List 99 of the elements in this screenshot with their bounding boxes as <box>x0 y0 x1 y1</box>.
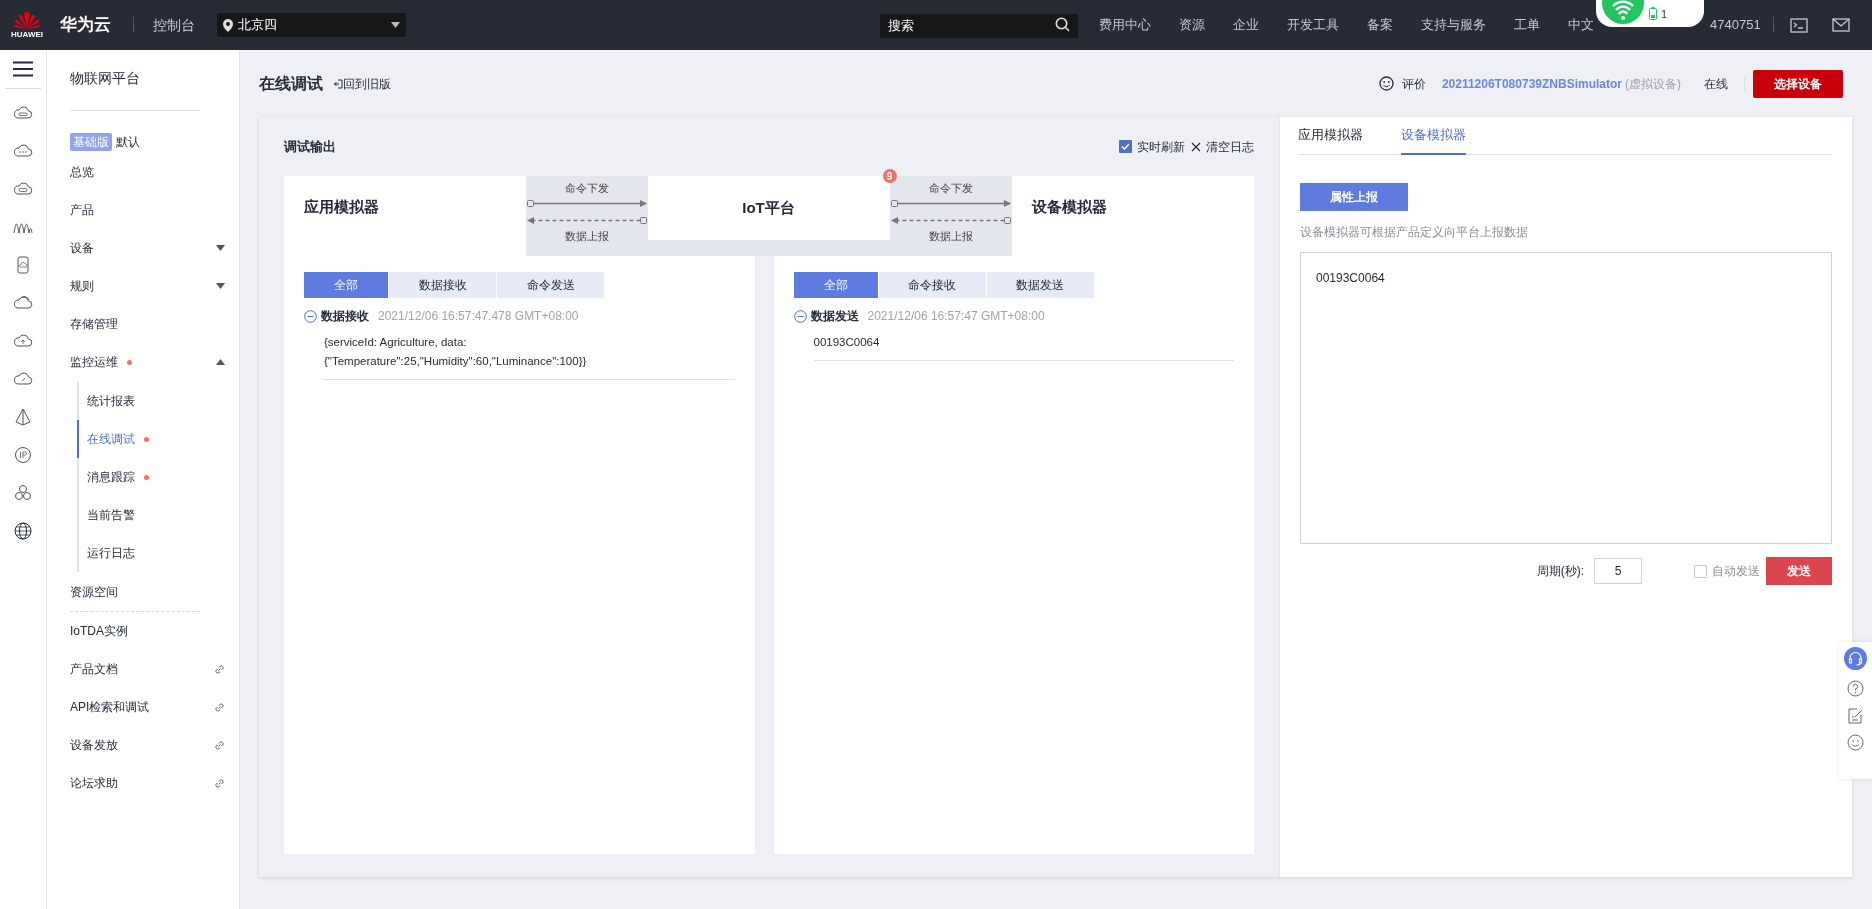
back-icon <box>334 78 343 89</box>
filter-tab[interactable]: 命令接收 <box>878 272 986 298</box>
select-device-button[interactable]: 选择设备 <box>1753 69 1843 98</box>
hint-text: 设备模拟器可根据产品定义向平台上报数据 <box>1300 225 1529 240</box>
feedback-icon[interactable] <box>1847 734 1864 751</box>
globe-icon[interactable] <box>13 521 33 541</box>
sidebar-item[interactable]: 产品 <box>70 191 225 229</box>
link-icon <box>214 739 225 751</box>
entry-time: 2021/12/06 16:57:47.478 GMT+08:00 <box>378 308 579 325</box>
simulator-tab[interactable]: 设备模拟器 <box>1401 117 1466 155</box>
location-pin-icon <box>223 18 233 32</box>
console-link[interactable]: 控制台 <box>153 14 195 36</box>
device-simulator-label: 设备模拟器 <box>1011 176 1254 256</box>
filter-tab[interactable]: 全部 <box>304 272 388 298</box>
nav-link[interactable]: 备案 <box>1367 15 1393 35</box>
sidebar-subitem[interactable]: 当前告警 <box>77 496 225 534</box>
sidebar-item[interactable]: 总览 <box>70 153 225 191</box>
collapse-icon[interactable] <box>793 309 807 323</box>
payload-field[interactable]: 00193C0064 <box>1300 252 1832 545</box>
device-tag: (虚拟设备) <box>1625 74 1681 93</box>
smile-icon[interactable] <box>1378 76 1394 91</box>
nav-link[interactable]: 开发工具 <box>1287 15 1339 35</box>
simulator-tab[interactable]: 应用模拟器 <box>1298 117 1363 155</box>
brand-name[interactable]: 华为云 <box>60 12 111 38</box>
search-field[interactable]: 搜索 <box>880 13 1078 38</box>
sidebar-item[interactable]: 设备发放 <box>70 726 225 764</box>
search-icon[interactable] <box>1055 17 1070 32</box>
terminal-icon[interactable] <box>1789 17 1808 33</box>
region-select[interactable]: 北京四 <box>217 13 406 37</box>
sidebar-subitem[interactable]: 运行日志 <box>77 534 225 572</box>
entry-type: 数据发送 <box>810 308 859 325</box>
entry-body: 00193C0064 <box>813 335 881 350</box>
pyramid-icon[interactable] <box>13 407 33 427</box>
sidebar-item[interactable]: 设备 <box>70 229 225 267</box>
clear-log-link[interactable]: 清空日志 <box>1206 137 1254 156</box>
nav-link[interactable]: 资源 <box>1179 15 1205 35</box>
nav-link[interactable]: 工单 <box>1514 15 1540 35</box>
cluster-icon[interactable] <box>13 483 33 503</box>
rating-link[interactable]: 评价 <box>1401 74 1426 93</box>
caret-down-icon <box>391 22 400 28</box>
app-simulator-label: 应用模拟器 <box>284 176 526 256</box>
send-button[interactable]: 发送 <box>1766 557 1832 586</box>
device-status: 在线 <box>1704 75 1728 93</box>
sidebar-item[interactable]: 监控运维 <box>70 343 225 381</box>
sidebar-subitem[interactable]: 在线调试 <box>77 420 225 458</box>
battery-icon <box>1649 7 1657 20</box>
menu-icon[interactable] <box>13 61 33 77</box>
sidebar-item[interactable]: 产品文档 <box>70 650 225 688</box>
checkbox[interactable] <box>1694 564 1707 578</box>
command-label: 命令下发 <box>564 181 609 196</box>
checkbox-label[interactable]: 自动发送 <box>1712 562 1760 581</box>
nav-link[interactable]: 中文 <box>1568 15 1594 35</box>
mail-icon[interactable] <box>1831 18 1850 32</box>
checkbox-label[interactable]: 实时刷新 <box>1137 137 1185 156</box>
logo[interactable]: HUAWEI <box>10 11 44 39</box>
sidebar-item[interactable]: API检索和调试 <box>70 688 225 726</box>
filter-tab[interactable]: 全部 <box>793 272 878 298</box>
edit-icon[interactable] <box>1847 707 1864 724</box>
link-icon <box>214 663 225 675</box>
sidebar-item[interactable]: 存储管理 <box>70 305 225 343</box>
checkbox[interactable] <box>1119 140 1132 153</box>
back-link[interactable]: 回到旧版 <box>334 74 391 93</box>
headset-icon[interactable] <box>1844 647 1867 670</box>
edition-badge: 基础版 <box>70 133 112 151</box>
account-name[interactable]: 4740751 <box>1710 15 1761 35</box>
entry-time: 2021/12/06 16:57:47 GMT+08:00 <box>867 308 1045 325</box>
nav-link[interactable]: 支持与服务 <box>1421 15 1486 35</box>
filter-tab[interactable]: 命令发送 <box>497 272 604 298</box>
device-count: 1 <box>1661 7 1668 22</box>
link-icon <box>214 701 225 713</box>
sidebar-item[interactable]: 论坛求助 <box>70 764 225 802</box>
entry-body: {serviceId: Agriculture, data: {"Temperature":25,"Humidity":60,"Luminance":100}} <box>324 335 588 369</box>
command-label: 命令下发 <box>928 181 973 196</box>
filter-tab[interactable]: 数据接收 <box>389 272 496 298</box>
sidebar-item[interactable]: 规则 <box>70 267 225 305</box>
ip-icon[interactable] <box>13 445 33 465</box>
section-title: 调试输出 <box>284 137 336 156</box>
close-icon[interactable] <box>1191 141 1201 152</box>
count-badge: 9 <box>882 169 897 183</box>
period-label: 周期(秒): <box>1536 563 1584 581</box>
sidebar-subitem[interactable]: 消息跟踪 <box>77 458 225 496</box>
filter-tab[interactable]: 数据发送 <box>986 272 1094 298</box>
entry-type: 数据接收 <box>321 308 369 325</box>
sidebar-item[interactable]: IoTDA实例 <box>70 612 225 650</box>
collapse-icon[interactable] <box>304 309 317 323</box>
report-label: 数据上报 <box>928 228 973 244</box>
report-button[interactable]: 属性上报 <box>1300 183 1408 211</box>
sidebar-item[interactable]: 资源空间 <box>70 573 225 611</box>
platform-label: IoT平台 <box>742 197 795 218</box>
sidebar-title: 物联网平台 <box>70 69 141 88</box>
instance-name: 默认 <box>116 134 140 151</box>
report-label: 数据上报 <box>564 228 609 244</box>
help-icon[interactable] <box>1847 680 1864 697</box>
period-field[interactable]: 5 <box>1594 558 1642 585</box>
nav-link[interactable]: 费用中心 <box>1099 15 1151 35</box>
page-title: 在线调试 <box>259 73 323 94</box>
nav-link[interactable]: 企业 <box>1233 15 1259 35</box>
link-icon <box>214 777 225 789</box>
sidebar-subitem[interactable]: 统计报表 <box>77 382 225 420</box>
